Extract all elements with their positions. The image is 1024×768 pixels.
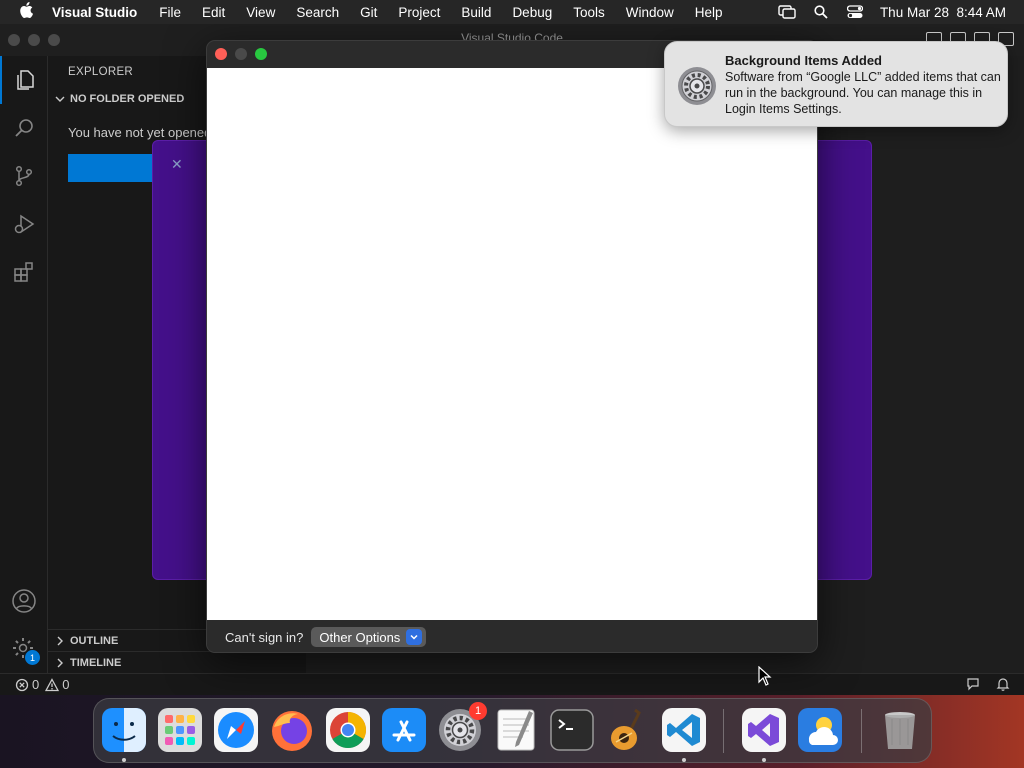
explorer-title: EXPLORER: [68, 66, 134, 78]
menu-tools[interactable]: Tools: [573, 5, 605, 20]
notification-title: Background Items Added: [725, 53, 882, 68]
chevron-right-icon: [57, 658, 63, 668]
menubar-datetime[interactable]: Thu Mar 28 8:44 AM: [880, 5, 1006, 20]
apple-icon[interactable]: [0, 2, 52, 22]
account-icon[interactable]: [0, 577, 48, 625]
timeline-label: TIMELINE: [70, 657, 122, 669]
mouse-cursor-icon: [758, 665, 772, 689]
feedback-icon[interactable]: [966, 677, 980, 694]
timeline-section[interactable]: TIMELINE: [48, 651, 306, 673]
vscode-running-dot: [682, 758, 686, 762]
macos-menubar: Visual Studio File Edit View Search Git …: [0, 0, 1024, 24]
chevron-right-icon: [57, 636, 63, 646]
menu-help[interactable]: Help: [695, 5, 723, 20]
chrome-icon[interactable]: [325, 707, 371, 753]
no-folder-label: NO FOLDER OPENED: [70, 93, 185, 105]
dock-separator: [723, 709, 724, 753]
manage-gear-icon[interactable]: 1: [0, 625, 48, 673]
search-icon[interactable]: [0, 104, 48, 152]
dialog-close-icon[interactable]: ✕: [171, 156, 183, 173]
system-settings-badge: 1: [469, 702, 487, 720]
menu-build[interactable]: Build: [461, 5, 491, 20]
menubar-app-name[interactable]: Visual Studio: [52, 5, 137, 20]
explorer-icon[interactable]: [0, 56, 48, 104]
textedit-icon[interactable]: [493, 707, 539, 753]
source-control-icon[interactable]: [0, 152, 48, 200]
signin-minimize-button[interactable]: [235, 48, 247, 60]
dock: 1: [93, 698, 932, 763]
warning-icon: [45, 677, 60, 691]
run-debug-icon[interactable]: [0, 200, 48, 248]
signin-window: Can't sign in? Other Options: [206, 40, 818, 653]
trash-icon[interactable]: [877, 707, 923, 753]
background-items-notification[interactable]: Background Items Added Software from “Go…: [664, 41, 1008, 127]
finder-icon[interactable]: [101, 707, 147, 753]
menu-window[interactable]: Window: [626, 5, 674, 20]
cant-sign-in-label: Can't sign in?: [225, 629, 304, 645]
finder-running-dot: [122, 758, 126, 762]
menu-view[interactable]: View: [246, 5, 275, 20]
menu-file[interactable]: File: [159, 5, 181, 20]
terminal-icon[interactable]: [549, 707, 595, 753]
notification-body: Software from “Google LLC” added items t…: [725, 70, 1001, 116]
menu-project[interactable]: Project: [398, 5, 440, 20]
no-folder-section[interactable]: NO FOLDER OPENED: [54, 93, 184, 105]
signin-web-content[interactable]: [207, 68, 817, 620]
system-settings-icon[interactable]: 1: [437, 702, 487, 753]
weather-icon[interactable]: [797, 707, 843, 753]
launchpad-icon[interactable]: [157, 707, 203, 753]
chevron-down-icon: [55, 96, 65, 102]
visual-studio-dock-icon[interactable]: [741, 707, 787, 753]
menu-search[interactable]: Search: [296, 5, 339, 20]
app-store-icon[interactable]: [381, 707, 427, 753]
spotlight-icon[interactable]: [812, 5, 830, 19]
extensions-icon[interactable]: [0, 248, 48, 296]
safari-icon[interactable]: [213, 707, 259, 753]
system-settings-gear-icon: [677, 66, 717, 106]
signin-close-button[interactable]: [215, 48, 227, 60]
visual-studio-running-dot: [762, 758, 766, 762]
firefox-icon[interactable]: [269, 707, 315, 753]
vscode-dock-icon[interactable]: [661, 707, 707, 753]
activity-bar: 1: [0, 56, 48, 673]
problems-status[interactable]: 0 0: [15, 677, 69, 692]
garageband-icon[interactable]: [605, 707, 651, 753]
menu-git[interactable]: Git: [360, 5, 377, 20]
manage-badge: 1: [25, 650, 40, 665]
error-icon: [15, 678, 29, 691]
error-count: 0: [32, 677, 40, 692]
signin-zoom-button[interactable]: [255, 48, 267, 60]
screen-mirroring-icon[interactable]: [778, 5, 796, 19]
chevron-down-icon: [406, 629, 423, 645]
menu-edit[interactable]: Edit: [202, 5, 225, 20]
outline-label: OUTLINE: [70, 635, 119, 647]
control-center-icon[interactable]: [846, 5, 864, 19]
menu-debug[interactable]: Debug: [512, 5, 552, 20]
dock-separator: [861, 709, 862, 753]
other-options-dropdown[interactable]: Other Options: [311, 627, 427, 647]
status-bar: 0 0: [0, 673, 1024, 695]
signin-footer: Can't sign in? Other Options: [207, 620, 817, 652]
other-options-label: Other Options: [319, 629, 401, 645]
notifications-bell-icon[interactable]: [996, 677, 1010, 694]
warning-count: 0: [62, 677, 70, 692]
